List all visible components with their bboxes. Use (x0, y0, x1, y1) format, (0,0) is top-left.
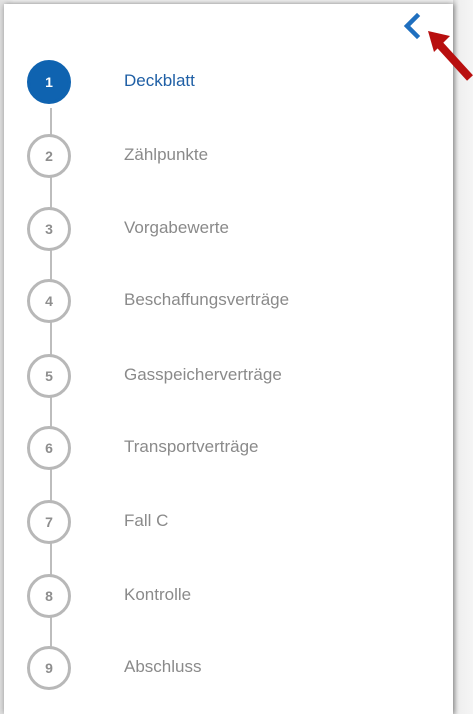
step-number-badge: 8 (27, 574, 71, 618)
step-label: Deckblatt (124, 71, 195, 90)
red-arrow-icon (424, 26, 473, 86)
step-item-zaehlpunkte[interactable]: 2 Zählpunkte (4, 130, 424, 184)
step-number-badge: 6 (27, 426, 71, 470)
step-label: Fall C (124, 511, 169, 530)
step-item-abschluss[interactable]: 9 Abschluss (4, 642, 424, 696)
step-label: Vorgabewerte (124, 218, 229, 237)
step-number-badge: 5 (27, 354, 71, 398)
step-number-badge: 9 (27, 646, 71, 690)
step-label: Gasspeicherverträge (124, 365, 282, 384)
step-label: Beschaffungsverträge (124, 290, 290, 309)
step-number-badge: 4 (27, 279, 71, 323)
step-label: Abschluss (124, 657, 202, 676)
step-item-gasspeichervertraege[interactable]: 5 Gasspeicherverträge (4, 350, 424, 404)
step-label: Kontrolle (124, 585, 192, 604)
step-item-deckblatt[interactable]: 1 Deckblatt (4, 56, 424, 110)
step-item-fall-c[interactable]: 7 Fall C (4, 496, 424, 550)
step-item-vorgabewerte[interactable]: 3 Vorgabewerte (4, 203, 424, 257)
step-number-badge: 3 (27, 207, 71, 251)
step-label: Zählpunkte (124, 145, 209, 164)
step-item-transportvertraege[interactable]: 6 Transportverträge (4, 422, 424, 476)
step-list: 1 Deckblatt 2 Zählpunkte 3 Vorgabewerte … (4, 4, 453, 714)
panel-edge-shadow (453, 0, 473, 714)
page: 1 Deckblatt 2 Zählpunkte 3 Vorgabewerte … (0, 0, 473, 714)
step-label: Transportverträge (124, 437, 259, 456)
step-navigation-panel: 1 Deckblatt 2 Zählpunkte 3 Vorgabewerte … (4, 4, 453, 714)
step-number-badge: 2 (27, 134, 71, 178)
step-item-kontrolle[interactable]: 8 Kontrolle (4, 570, 424, 624)
step-number-badge: 1 (27, 60, 71, 104)
step-item-beschaffungsvertraege[interactable]: 4 Beschaffungsverträge (4, 275, 424, 329)
step-number-badge: 7 (27, 500, 71, 544)
